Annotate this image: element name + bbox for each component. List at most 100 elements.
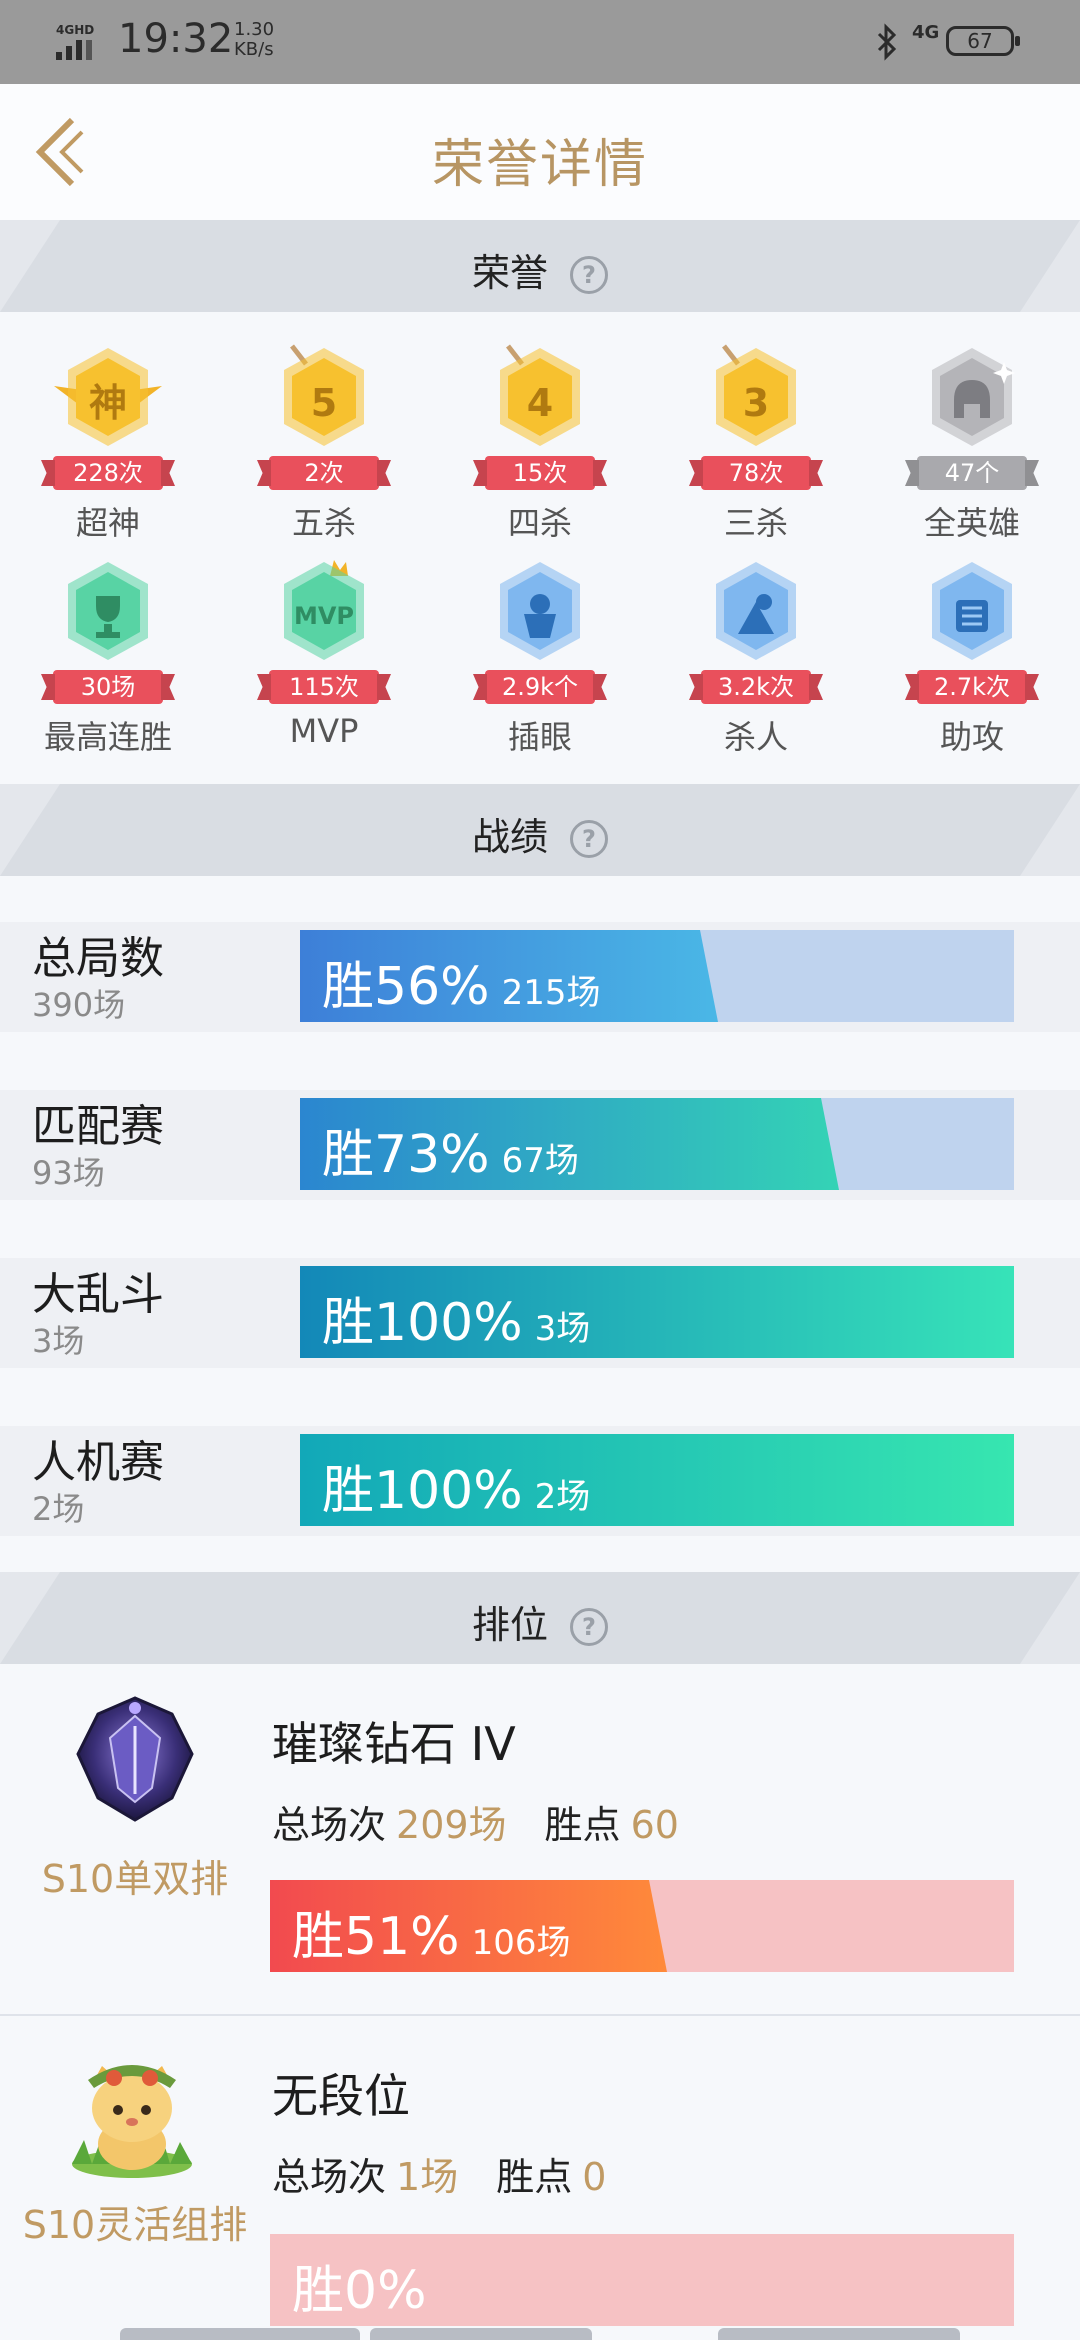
rank-winrate-bar: 胜0%	[270, 2234, 1014, 2326]
honor-count: 2次	[269, 456, 379, 490]
assist-badge-icon	[932, 562, 1012, 660]
points-label: 胜点	[544, 1803, 621, 1847]
diamond-rank-emblem-icon	[76, 1696, 194, 1822]
honor-count: 228次	[53, 456, 163, 490]
bottom-scroll-indicator	[120, 2328, 960, 2340]
winrate-bar: 胜56% 215场	[300, 930, 1014, 1022]
record-total: 2场	[32, 1490, 85, 1528]
svg-text:5: 5	[311, 381, 337, 425]
win-percent: 胜51%	[292, 1907, 460, 1967]
honor-label: 插眼	[507, 718, 572, 756]
svg-text:4: 4	[527, 381, 553, 425]
win-percent: 胜56%	[322, 957, 490, 1017]
penta-kill-badge-icon: 5	[284, 344, 364, 446]
all-heroes-badge-icon	[932, 348, 1015, 446]
honor-badge[interactable]: 3 78次 三杀	[648, 340, 864, 542]
network-speed: 1.30 KB/s	[234, 20, 274, 60]
clock: 19:32	[118, 16, 234, 62]
rank-card-solo[interactable]: S10单双排 璀璨钻石 IV 总场次 209场 胜点 60 胜51% 106场	[0, 1664, 1080, 2014]
honor-badge[interactable]: 2.7k次 助攻	[864, 554, 1080, 756]
honor-label: 四杀	[507, 504, 572, 542]
win-games: 215场	[501, 973, 601, 1013]
nav-bar: 荣誉详情	[0, 84, 1080, 220]
section-title-record: 战绩	[471, 815, 548, 859]
record-section-header: 战绩?	[0, 784, 1080, 876]
honor-badge[interactable]: 神 228次 超神	[0, 340, 216, 542]
winrate-text: 胜56% 215场	[322, 944, 601, 1019]
honor-count: 3.2k次	[701, 670, 811, 704]
svg-text:3: 3	[743, 381, 769, 425]
godlike-badge-icon: 神	[54, 348, 162, 446]
unranked-cat-icon	[72, 2065, 192, 2178]
honor-badge[interactable]: 4 15次 四杀	[432, 340, 648, 542]
rank-tier: 璀璨钻石 IV	[272, 1717, 516, 1771]
rank-tier: 无段位	[272, 2069, 410, 2123]
honor-count: 2.7k次	[917, 670, 1027, 704]
honor-count: 115次	[269, 670, 379, 704]
record-mode: 大乱斗	[32, 1269, 164, 1320]
help-icon[interactable]: ?	[570, 256, 608, 294]
honor-count: 78次	[701, 456, 811, 490]
honor-badge[interactable]: MVP 115次 MVP	[216, 554, 432, 754]
win-percent: 胜100%	[322, 1461, 523, 1521]
record-mode: 总局数	[32, 933, 164, 984]
honor-count: 30场	[53, 670, 163, 704]
win-percent: 胜73%	[322, 1125, 490, 1185]
honor-count: 47个	[917, 456, 1027, 490]
help-icon[interactable]: ?	[570, 820, 608, 858]
winrate-bar: 胜73% 67场	[300, 1098, 1014, 1190]
honor-count: 2.9k个	[485, 670, 595, 704]
rank-winrate-bar: 胜51% 106场	[270, 1880, 1014, 1972]
points-label: 胜点	[496, 2155, 573, 2199]
record-row[interactable]: 大乱斗 3场 胜100% 3场	[0, 1258, 1080, 1368]
winrate-text: 胜100% 2场	[322, 1448, 590, 1523]
rank-section-header: 排位?	[0, 1572, 1080, 1664]
triple-kill-badge-icon: 3	[716, 344, 796, 446]
record-row[interactable]: 总局数 390场 胜56% 215场	[0, 922, 1080, 1032]
quadra-kill-badge-icon: 4	[500, 344, 580, 446]
svg-text:MVP: MVP	[294, 602, 354, 630]
svg-text:4GHD: 4GHD	[56, 23, 94, 37]
win-games: 106场	[471, 1923, 571, 1963]
trophy-badge-icon	[68, 562, 148, 660]
rank-card-flex[interactable]: S10灵活组排 无段位 总场次 1场 胜点 0 胜0%	[0, 2016, 1080, 2340]
honor-label: 五杀	[291, 504, 356, 542]
points-value: 60	[630, 1803, 679, 1847]
speed-unit: KB/s	[234, 39, 274, 60]
honor-badge[interactable]: 5 2次 五杀	[216, 340, 432, 542]
record-total: 3场	[32, 1322, 85, 1360]
winrate-text: 胜73% 67场	[322, 1112, 579, 1187]
honor-label: 三杀	[723, 504, 788, 542]
section-title-honor: 荣誉	[471, 251, 548, 295]
rank-stats: 总场次 1场 胜点 0	[272, 2146, 606, 2201]
honors-grid: 神 228次 超神 5 2次 五杀 4 15次 四杀 3 78次 三杀 47个 …	[0, 312, 1080, 784]
total-value: 1场	[396, 2155, 459, 2199]
signal-icon: 4GHD	[56, 23, 94, 60]
honor-label: 全英雄	[923, 504, 1020, 542]
honor-label: MVP	[289, 712, 359, 750]
record-total: 390场	[32, 986, 126, 1024]
battery-icon: 67	[946, 26, 1020, 56]
record-row[interactable]: 人机赛 2场 胜100% 2场	[0, 1426, 1080, 1536]
honor-badge[interactable]: 2.9k个 插眼	[432, 554, 648, 756]
help-icon[interactable]: ?	[570, 1608, 608, 1646]
record-mode: 人机赛	[32, 1437, 164, 1488]
network-type: 4G	[912, 22, 940, 43]
kill-badge-icon	[716, 562, 796, 660]
win-games: 3场	[534, 1309, 591, 1349]
total-label: 总场次	[272, 1803, 387, 1847]
honor-label: 超神	[75, 504, 140, 542]
honor-badge[interactable]: 47个 全英雄	[864, 340, 1080, 542]
record-row[interactable]: 匹配赛 93场 胜73% 67场	[0, 1090, 1080, 1200]
mvp-badge-icon: MVP	[284, 560, 364, 660]
honor-label: 助攻	[939, 718, 1004, 756]
rank-season: S10单双排	[41, 1857, 229, 1901]
honor-count: 15次	[485, 456, 595, 490]
status-bar: 4GHD 19:32 1.30 KB/s 4G 67	[0, 0, 1080, 84]
honor-badge[interactable]: 3.2k次 杀人	[648, 554, 864, 756]
win-percent: 胜100%	[322, 1293, 523, 1353]
rank-season: S10灵活组排	[22, 2203, 248, 2247]
record-mode: 匹配赛	[32, 1101, 164, 1152]
rank-winrate-text: 胜0%	[292, 2248, 439, 2323]
honor-badge[interactable]: 30场 最高连胜	[0, 554, 216, 756]
